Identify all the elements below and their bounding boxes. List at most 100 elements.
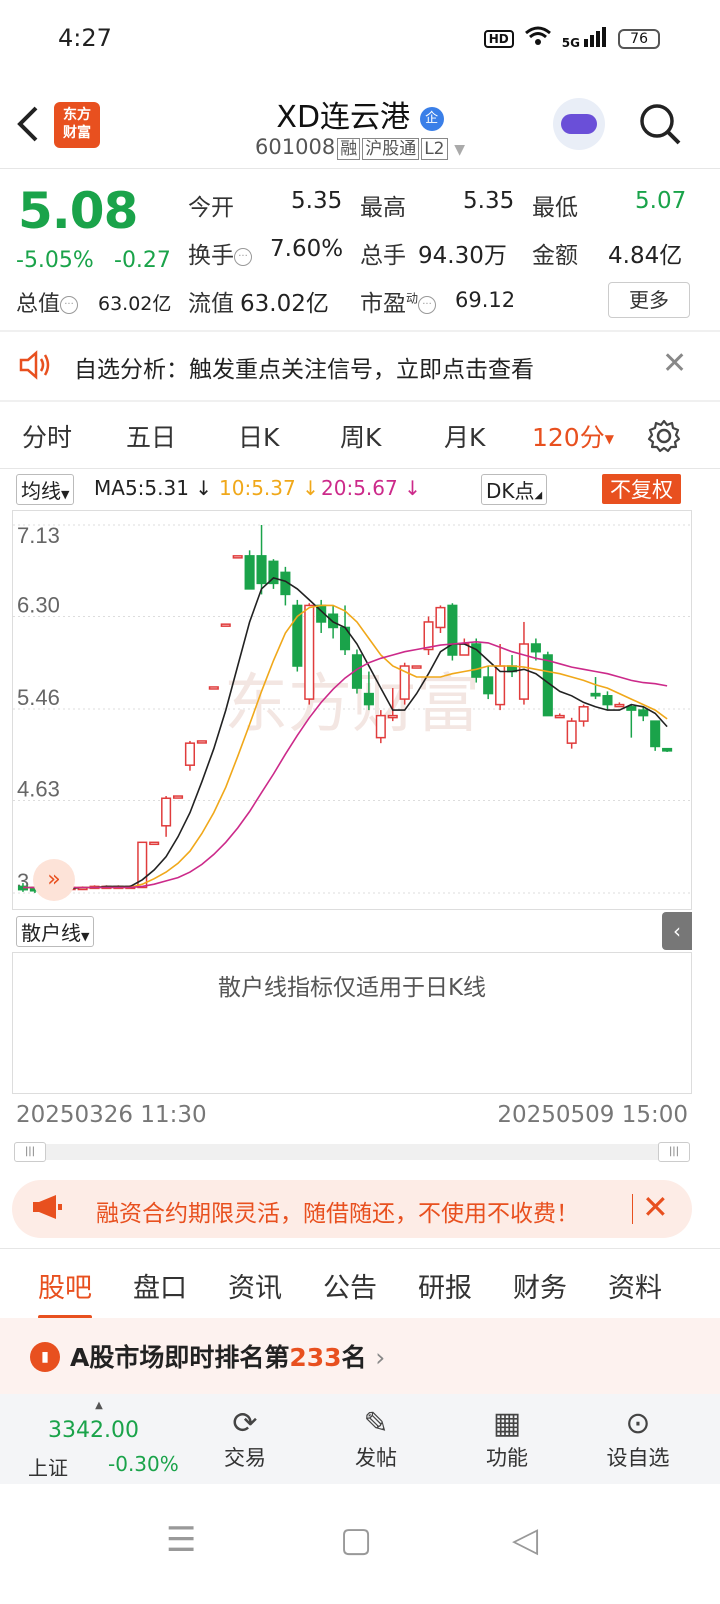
candle-body — [232, 555, 243, 559]
home-icon[interactable]: ▢ — [340, 1520, 372, 1560]
slider-handle-right[interactable]: ||| — [658, 1142, 690, 1162]
speaker-icon — [18, 350, 52, 387]
tab-five-day[interactable]: 五日 — [126, 418, 176, 454]
volume-value: 94.30万 — [418, 243, 507, 269]
tab-monthly-k[interactable]: 月K — [444, 418, 485, 454]
kline-svg[interactable]: 东方财富 7.136.305.464.633.79 — [13, 511, 691, 909]
battery-icon: 76 — [618, 28, 660, 49]
y-tick-label: 6.30 — [17, 592, 60, 617]
menu-icon[interactable]: ☰ — [166, 1520, 196, 1560]
more-circle-icon: ⊙ — [625, 1406, 651, 1441]
quote-panel: 5.08 -5.05% -0.27 总值 ··· 63.02亿 今开 5.35 最… — [0, 170, 720, 330]
post-button[interactable]: ✎ 发帖 — [331, 1406, 421, 1472]
info-icon: ··· — [234, 247, 252, 266]
notice-text: 自选分析：触发重点关注信号，立即点击查看 — [74, 357, 534, 383]
candle-body — [435, 606, 446, 629]
info-icon: ··· — [418, 295, 437, 314]
candle-body — [423, 621, 434, 651]
tab-news[interactable]: 资讯 — [228, 1266, 282, 1305]
tab-120min[interactable]: 120分▼ — [532, 418, 614, 454]
candle-body — [375, 714, 386, 739]
tab-weekly-k[interactable]: 周K — [340, 418, 381, 454]
tab-announcements[interactable]: 公告 — [323, 1266, 377, 1305]
assistant-robot-icon[interactable] — [553, 98, 605, 150]
candle-body — [172, 795, 184, 799]
candle-body — [387, 714, 398, 719]
edit-icon: ✎ — [363, 1406, 389, 1441]
low-value: 5.07 — [635, 188, 687, 214]
candle-body — [602, 695, 613, 706]
candle-body — [626, 706, 637, 711]
candle-body — [244, 555, 255, 590]
high-value: 5.35 — [463, 188, 515, 214]
stock-code-row[interactable]: 601008 融沪股通 L2 ▼ — [0, 134, 720, 160]
connect-tag: 沪股通 — [362, 138, 420, 160]
tab-guba[interactable]: 股吧 — [38, 1266, 92, 1319]
candle-body — [411, 665, 422, 669]
margin-promo-banner[interactable]: 融资合约期限灵活，随借随还，不使用不收费！ ✕ — [12, 1180, 692, 1238]
change-percent: -5.05% — [16, 248, 94, 273]
tab-profile[interactable]: 资料 — [608, 1266, 662, 1305]
candle-body — [590, 692, 601, 697]
candle-body — [149, 841, 160, 846]
candle-body — [614, 703, 625, 708]
high-label: 最高 — [360, 195, 406, 221]
dk-select[interactable]: DK点◢ — [481, 474, 548, 505]
index-name: 上证 — [28, 1456, 68, 1480]
kline-chart[interactable]: 东方财富 7.136.305.464.633.79 » — [12, 510, 692, 910]
enterprise-badge-icon: 企 — [419, 106, 444, 131]
range-slider[interactable]: ||| ||| — [14, 1142, 690, 1162]
slider-handle-left[interactable]: ||| — [14, 1142, 46, 1162]
sanhu-select[interactable]: 散户线▼ — [16, 916, 95, 947]
last-price: 5.08 — [18, 182, 138, 240]
ma-select[interactable]: 均线▼ — [16, 474, 75, 505]
candle-body — [662, 747, 673, 752]
trade-button[interactable]: ⟳ 交易 — [200, 1406, 290, 1472]
expand-arrows-icon[interactable]: » — [33, 859, 75, 901]
candle-body — [578, 706, 589, 722]
analysis-notice[interactable]: 自选分析：触发重点关注信号，立即点击查看 ✕ — [0, 332, 720, 400]
status-bar: 4:27 HD 5G 76 — [0, 0, 720, 80]
candle-body — [304, 604, 315, 700]
index-change: -0.30% — [108, 1452, 179, 1476]
candle-body — [554, 714, 565, 719]
dropdown-icon[interactable]: ▼ — [454, 142, 465, 158]
rank-chart-icon: ▮ — [30, 1342, 60, 1372]
y-tick-label: 5.46 — [17, 685, 60, 710]
gear-icon[interactable] — [646, 418, 682, 458]
mktcap-label: 总值 ··· — [16, 286, 79, 318]
close-icon[interactable]: ✕ — [662, 346, 687, 381]
sanhu-message: 散户线指标仅适用于日K线 — [217, 975, 487, 1001]
function-button[interactable]: ▦ 功能 — [462, 1406, 552, 1472]
stock-title: XD连云港 企 — [0, 92, 720, 136]
tab-finance[interactable]: 财务 — [513, 1266, 567, 1305]
more-button[interactable]: 更多 — [608, 282, 690, 318]
open-label: 今开 — [188, 195, 234, 221]
status-icons: HD 5G 76 — [483, 26, 660, 51]
candle-body — [638, 709, 649, 717]
pe-label: 市盈动 ··· — [360, 284, 437, 318]
back-nav-icon[interactable]: ◁ — [512, 1520, 538, 1560]
ma10-label: 10:5.37 ↓ — [219, 476, 319, 500]
close-icon[interactable]: ✕ — [642, 1188, 669, 1226]
info-icon: ··· — [60, 296, 79, 314]
market-rank-banner[interactable]: ▮ A股市场即时排名第233名 › — [0, 1318, 720, 1394]
range-end: 20250509 15:00 — [497, 1102, 688, 1128]
candle-body — [566, 720, 577, 744]
adjust-button[interactable]: 不复权 — [602, 474, 681, 504]
candle-body — [328, 613, 339, 629]
search-icon[interactable] — [638, 102, 681, 145]
index-widget[interactable]: ▲ 3342.00 上证 -0.30% — [24, 1400, 179, 1480]
amount-value: 4.84亿 — [608, 243, 683, 269]
collapse-chevron-icon[interactable]: ‹ — [662, 912, 692, 950]
tab-research[interactable]: 研报 — [418, 1266, 472, 1305]
amount-label: 金额 — [532, 243, 578, 269]
megaphone-icon — [30, 1192, 64, 1229]
tab-pankou[interactable]: 盘口 — [133, 1266, 187, 1305]
tab-daily-k[interactable]: 日K — [238, 418, 279, 454]
add-watchlist-button[interactable]: ⊙ 设自选 — [593, 1406, 683, 1472]
tab-intraday[interactable]: 分时 — [22, 418, 72, 454]
y-tick-label: 4.63 — [17, 776, 60, 801]
low-label: 最低 — [532, 195, 578, 221]
indicator-row: 均线▼ MA5:5.31 ↓ 10:5.37 ↓ 20:5.67 ↓ DK点◢ … — [0, 470, 720, 508]
